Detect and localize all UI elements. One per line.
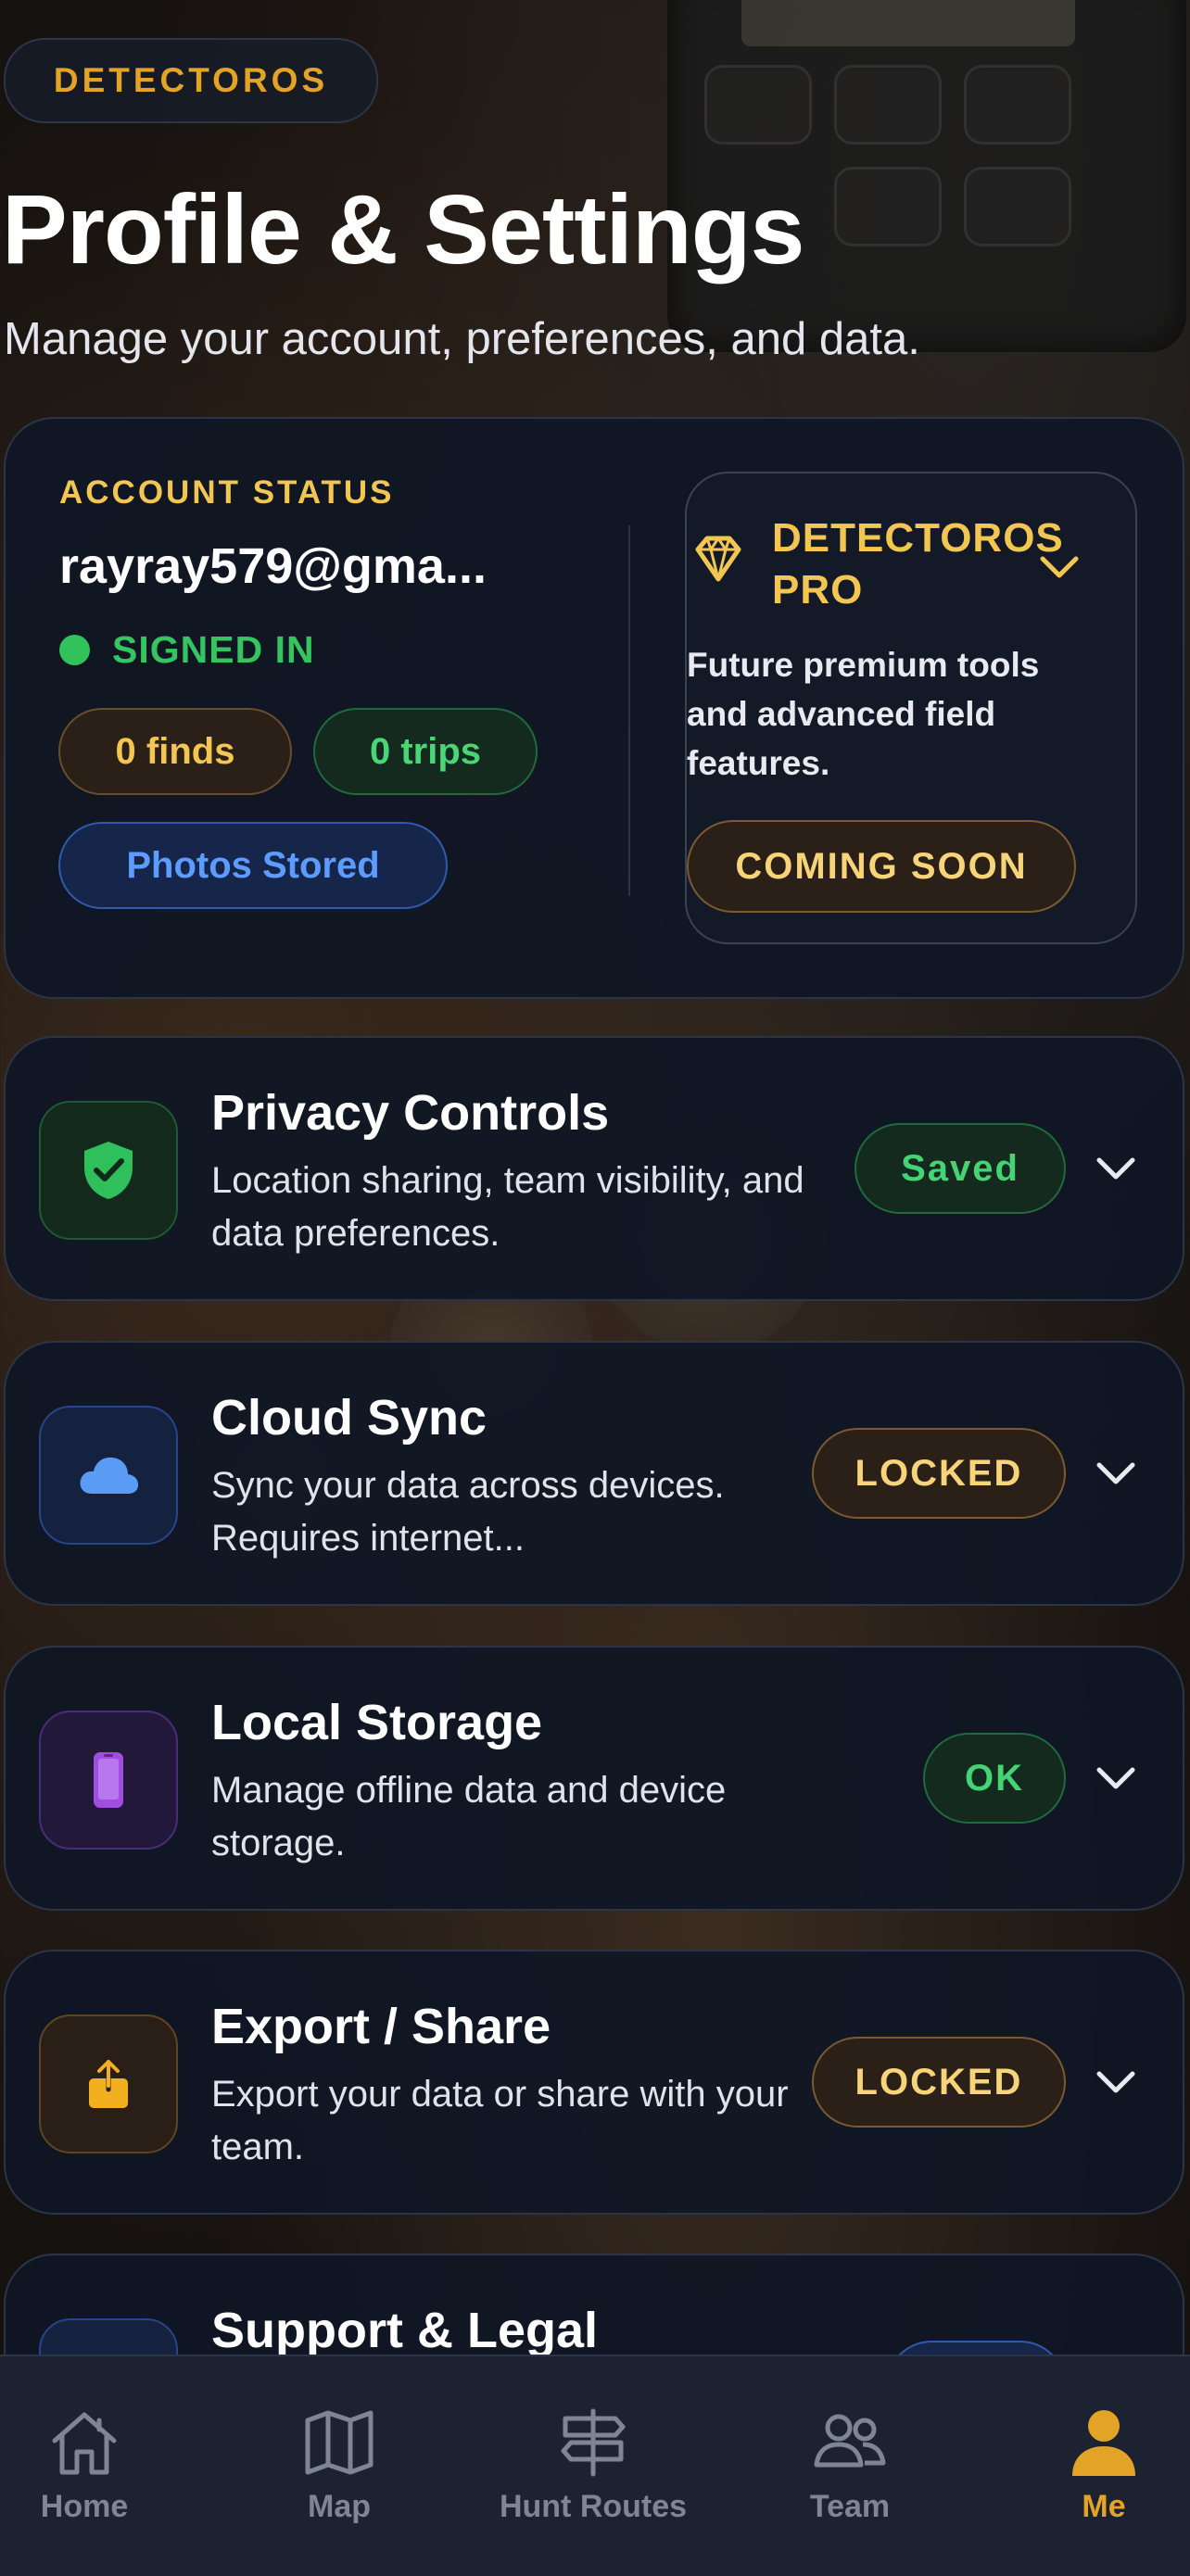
section-description: Location sharing, team visibility, and d… xyxy=(211,1160,804,1254)
account-status-card: ACCOUNT STATUS rayray579@gma... SIGNED I… xyxy=(4,417,1184,999)
trips-chip[interactable]: 0 trips xyxy=(313,708,538,795)
section-description: Sync your data across devices. Requires … xyxy=(211,1465,725,1559)
home-icon xyxy=(52,2412,117,2475)
chevron-down-icon[interactable] xyxy=(1037,548,1082,585)
account-status-label: ACCOUNT STATUS xyxy=(59,474,395,511)
section-title: Local Storage xyxy=(211,1695,543,1750)
tab-label: Team xyxy=(809,2489,891,2524)
diamond-icon xyxy=(695,536,741,582)
cloud-icon xyxy=(39,1406,178,1545)
page-title: Profile & Settings xyxy=(2,175,804,284)
chevron-down-icon[interactable] xyxy=(1094,1456,1138,1491)
signed-in-text: SIGNED IN xyxy=(112,628,315,671)
chevron-down-icon[interactable] xyxy=(1094,1761,1138,1796)
tab-label: Me xyxy=(1082,2489,1126,2524)
section-description: Manage offline data and device storage. xyxy=(211,1770,727,1863)
tab-label: Hunt Routes xyxy=(499,2489,688,2524)
brand-badge: DETECTOROS xyxy=(4,38,378,123)
share-upload-icon xyxy=(39,2014,178,2153)
phone-icon xyxy=(39,1711,178,1850)
tab-label: Home xyxy=(40,2489,129,2524)
section-title: Support & Legal xyxy=(211,2303,598,2358)
tab-me[interactable]: Me xyxy=(993,2407,1190,2525)
status-badge: LOCKED xyxy=(812,1428,1066,1519)
tab-hunt-routes[interactable]: Hunt Routes xyxy=(482,2407,704,2525)
divider xyxy=(628,525,630,896)
map-icon xyxy=(305,2410,373,2475)
pro-description: Future premium tools and advanced field … xyxy=(687,646,1040,782)
coming-soon-button[interactable]: COMING SOON xyxy=(687,820,1076,913)
person-icon xyxy=(1072,2410,1135,2476)
signpost-icon xyxy=(561,2408,626,2477)
account-email: rayray579@gma... xyxy=(59,538,487,594)
section-title: Cloud Sync xyxy=(211,1390,487,1446)
section-export-share[interactable]: Export / Share Export your data or share… xyxy=(4,1950,1184,2215)
photos-stored-chip[interactable]: Photos Stored xyxy=(58,822,448,909)
section-description: Export your data or share with your team… xyxy=(211,2074,789,2167)
chevron-down-icon[interactable] xyxy=(1094,2065,1138,2100)
finds-chip[interactable]: 0 finds xyxy=(58,708,292,795)
tab-team[interactable]: Team xyxy=(739,2407,961,2525)
tab-label: Map xyxy=(308,2489,371,2524)
section-title: Export / Share xyxy=(211,1999,551,2054)
pro-upgrade-box[interactable]: DETECTOROS PRO Future premium tools and … xyxy=(685,472,1137,944)
tab-home[interactable]: Home xyxy=(0,2407,196,2525)
signed-in-status: SIGNED IN xyxy=(59,628,315,672)
tab-map[interactable]: Map xyxy=(228,2407,450,2525)
status-dot xyxy=(59,635,90,665)
status-badge: LOCKED xyxy=(812,2037,1066,2128)
page-subtitle: Manage your account, preferences, and da… xyxy=(4,314,920,364)
section-privacy-controls[interactable]: Privacy Controls Location sharing, team … xyxy=(4,1036,1184,1301)
status-badge: OK xyxy=(923,1733,1066,1824)
team-icon xyxy=(814,2414,886,2468)
tab-bar: Home Map Hunt Routes Team Me xyxy=(0,2355,1190,2576)
section-title: Privacy Controls xyxy=(211,1085,610,1141)
section-cloud-sync[interactable]: Cloud Sync Sync your data across devices… xyxy=(4,1341,1184,1606)
section-local-storage[interactable]: Local Storage Manage offline data and de… xyxy=(4,1646,1184,1911)
status-badge: Saved xyxy=(855,1123,1066,1214)
shield-check-icon xyxy=(39,1101,178,1240)
chevron-down-icon[interactable] xyxy=(1094,1151,1138,1186)
pro-title: DETECTOROS PRO xyxy=(772,515,1064,612)
